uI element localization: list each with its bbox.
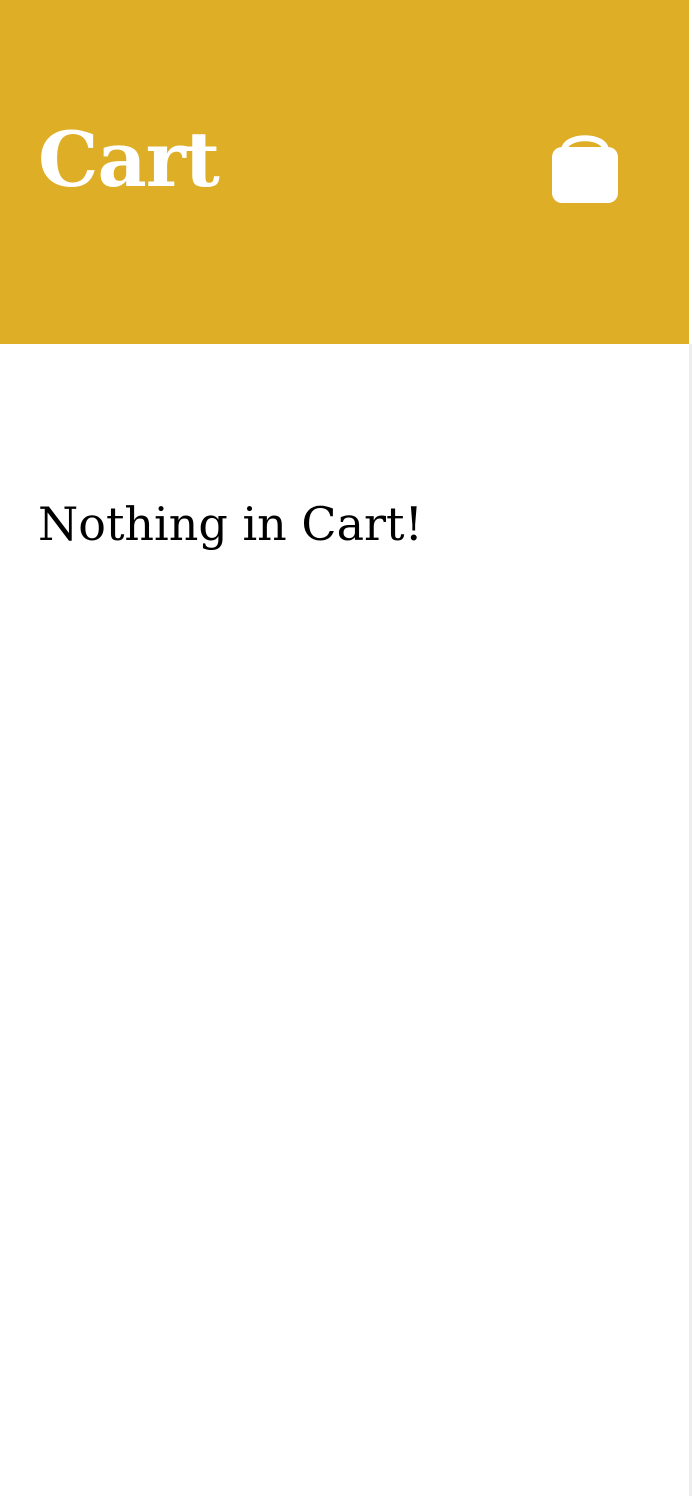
- empty-cart-message: Nothing in Cart!: [38, 497, 424, 551]
- cart-button[interactable]: [546, 123, 624, 209]
- page-title: Cart: [38, 115, 220, 204]
- app-header: Cart: [0, 0, 689, 344]
- cart-screen: Cart Nothing in Cart!: [0, 0, 692, 1496]
- shopping-bag-icon: [552, 135, 618, 203]
